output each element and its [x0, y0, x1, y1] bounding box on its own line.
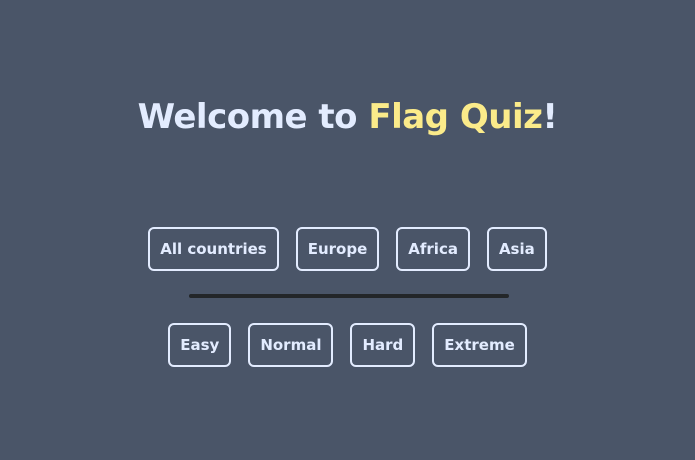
difficulty-button-extreme[interactable]: Extreme: [432, 323, 527, 367]
title-accent: Flag Quiz: [368, 97, 543, 137]
title-suffix: !: [542, 97, 558, 137]
title-prefix: Welcome to: [137, 97, 369, 137]
region-selector: All countries Europe Africa Asia: [0, 227, 695, 271]
region-button-asia[interactable]: Asia: [486, 227, 547, 271]
region-button-africa[interactable]: Africa: [396, 227, 470, 271]
difficulty-selector: Easy Normal Hard Extreme: [0, 323, 695, 367]
quiz-start-screen: Welcome to Flag Quiz! All countries Euro…: [0, 0, 695, 460]
region-button-europe[interactable]: Europe: [295, 227, 380, 271]
difficulty-button-easy[interactable]: Easy: [168, 323, 232, 367]
region-button-all-countries[interactable]: All countries: [148, 227, 279, 271]
section-divider: [189, 294, 509, 298]
difficulty-button-hard[interactable]: Hard: [350, 323, 416, 367]
difficulty-button-normal[interactable]: Normal: [248, 323, 334, 367]
page-title: Welcome to Flag Quiz!: [0, 95, 695, 139]
